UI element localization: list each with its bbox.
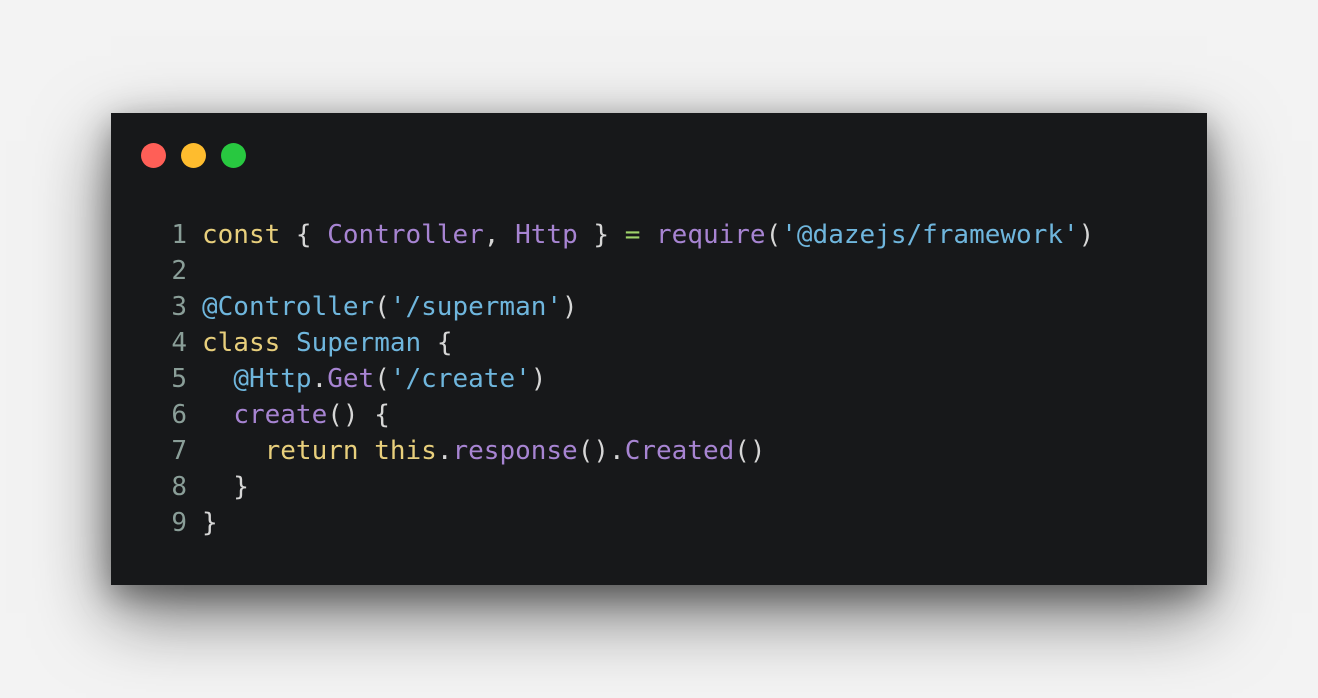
code-line: 7 return this.response().Created() [161,433,1094,469]
code-token: Get [327,364,375,394]
close-window-button[interactable] [141,143,166,168]
code-line: 6 create() { [161,397,1094,433]
code-block: 1 const { Controller, Http } = require('@… [161,217,1094,541]
line-source: create() { [202,397,390,433]
code-token: return [264,436,359,466]
line-number: 1 [171,220,187,250]
code-token: Superman [295,328,422,358]
line-number: 4 [171,328,187,358]
code-token: . [311,364,328,394]
code-token: const [202,220,281,250]
code-token: ) [530,364,547,394]
line-source: @Http.Get('/create') [202,361,546,397]
code-token: Http [515,220,578,250]
line-number: 6 [171,400,187,430]
code-line: 3 @Controller('/superman') [161,289,1094,325]
code-token: '@dazejs/framework' [781,220,1079,250]
code-line: 2 [161,253,1094,289]
zoom-window-button[interactable] [221,143,246,168]
code-token: this [374,436,437,466]
code-token: } [577,220,625,250]
window-controls [141,143,246,168]
line-source: } [202,469,249,505]
line-number: 9 [171,508,187,538]
code-token: () { [327,400,390,430]
code-token: '/create' [389,364,531,394]
code-token: ) [562,292,578,322]
code-token: create [233,400,328,430]
code-token: () [734,436,766,466]
code-token: @Http [233,364,312,394]
code-token: (). [577,436,625,466]
line-source: const { Controller, Http } = require('@d… [202,217,1094,253]
code-token: . [436,436,453,466]
line-source: class Superman { [202,325,452,361]
code-token: } [202,472,249,502]
code-token: '/superman' [389,292,563,322]
code-token: ( [374,364,390,394]
code-token: require [656,220,766,250]
code-token: class [202,328,281,358]
code-token: @Controller [202,292,375,322]
code-token: Controller [327,220,484,250]
code-line: 8 } [161,469,1094,505]
line-source: } [202,505,218,541]
code-token: = [624,220,641,250]
code-line: 1 const { Controller, Http } = require('@… [161,217,1094,253]
code-line: 9} [161,505,1094,541]
line-source: return this.response().Created() [202,433,766,469]
code-token: , [483,220,516,250]
code-token: Created [624,436,735,466]
code-token: { [280,220,328,250]
code-token: ) [1078,220,1095,250]
line-number: 3 [171,292,187,322]
code-token: { [421,328,453,358]
line-number: 5 [171,364,187,394]
code-token: } [202,508,218,538]
code-line: 4 class Superman { [161,325,1094,361]
line-number: 2 [171,256,187,286]
line-number: 8 [171,472,187,502]
code-line: 5 @Http.Get('/create') [161,361,1094,397]
minimize-window-button[interactable] [181,143,206,168]
line-number: 7 [171,436,187,466]
code-token: ( [374,292,390,322]
line-source: @Controller('/superman') [202,289,578,325]
code-window: 1 const { Controller, Http } = require('@… [111,113,1207,585]
code-token: ( [765,220,782,250]
code-token: response [452,436,578,466]
